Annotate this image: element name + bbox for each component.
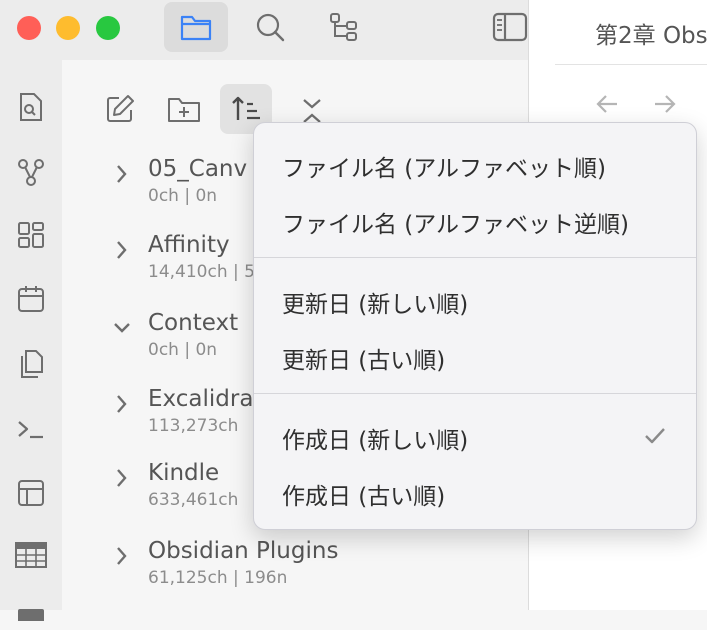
calendar-icon — [18, 286, 44, 312]
sort-option-label: 更新日 (古い順) — [282, 348, 446, 374]
search-icon — [256, 13, 285, 42]
ribbon — [0, 60, 62, 621]
new-note-button[interactable] — [94, 84, 146, 134]
minimize-window-button[interactable] — [56, 16, 80, 40]
title-bar — [0, 0, 556, 60]
chevron-down-icon[interactable] — [110, 316, 134, 340]
tree-item-name: Obsidian Plugins — [148, 538, 339, 564]
collapse-all-icon — [303, 99, 321, 123]
tab-divider — [555, 64, 707, 65]
folder-icon — [180, 15, 212, 41]
sort-option-label: 作成日 (古い順) — [282, 484, 446, 510]
table-button[interactable] — [14, 538, 48, 572]
graph-view-icon — [18, 159, 44, 186]
tree-structure-icon — [330, 13, 357, 41]
new-note-icon — [107, 95, 134, 122]
calendar-button[interactable] — [14, 282, 48, 316]
chevron-right-icon[interactable] — [110, 238, 134, 262]
zoom-window-button[interactable] — [96, 16, 120, 40]
sort-option[interactable]: 更新日 (古い順) — [254, 329, 696, 383]
tree-item[interactable]: Obsidian Plugins 61,125ch | 196n — [110, 538, 530, 598]
layout-icon — [18, 480, 44, 506]
sort-option[interactable]: ファイル名 (アルファベット逆順) — [254, 193, 696, 247]
search-button[interactable] — [238, 2, 302, 52]
tree-item-name: Context — [148, 310, 239, 336]
files-button[interactable] — [164, 2, 228, 52]
tree-item-meta: 633,461ch — [148, 490, 239, 510]
close-window-button[interactable] — [17, 16, 41, 40]
graph-view-button[interactable] — [14, 155, 48, 189]
command-palette-button[interactable] — [14, 412, 48, 446]
forward-arrow-icon[interactable] — [651, 92, 677, 116]
sort-option-label: 作成日 (新しい順) — [282, 428, 469, 454]
search-file-button[interactable] — [14, 90, 48, 124]
sort-option-label: ファイル名 (アルファベット逆順) — [282, 212, 630, 238]
canvas-button[interactable] — [14, 218, 48, 252]
chevron-right-icon[interactable] — [110, 392, 134, 416]
tree-item-meta: 113,273ch — [148, 416, 239, 436]
tab-title[interactable]: 第2章 Obs — [595, 16, 707, 50]
sidebar-toggle-icon — [492, 12, 528, 42]
sort-option[interactable]: ファイル名 (アルファベット順) — [254, 137, 696, 191]
sort-option-label: ファイル名 (アルファベット順) — [282, 156, 607, 182]
tree-item-meta: 0ch | 0n — [148, 340, 218, 360]
new-folder-icon — [168, 98, 200, 122]
chevron-right-icon[interactable] — [110, 466, 134, 490]
menu-separator — [254, 393, 696, 394]
tree-item-meta: 14,410ch | 5 — [148, 262, 255, 282]
templates-button[interactable] — [14, 476, 48, 510]
more-button[interactable] — [14, 596, 48, 630]
bookmarks-button[interactable] — [312, 2, 376, 52]
sort-option-label: 更新日 (新しい順) — [282, 292, 469, 318]
tree-item-meta: 0ch | 0n — [148, 186, 218, 206]
sort-option[interactable]: 更新日 (新しい順) — [254, 273, 696, 327]
sort-icon — [232, 96, 260, 120]
canvas-icon — [18, 222, 44, 248]
tree-item-meta: 61,125ch | 196n — [148, 568, 288, 588]
copy-button[interactable] — [14, 347, 48, 381]
tree-item-name: 05_Canv — [148, 156, 248, 182]
tree-item-name: Kindle — [148, 460, 220, 486]
terminal-icon — [18, 421, 43, 439]
sort-option[interactable]: 作成日 (新しい順) — [254, 409, 696, 463]
tree-item-name: Affinity — [148, 232, 230, 258]
copy-icon — [21, 350, 43, 378]
chevron-right-icon[interactable] — [110, 544, 134, 568]
search-file-icon — [20, 93, 42, 121]
back-arrow-icon[interactable] — [595, 92, 621, 116]
checkmark-icon — [645, 428, 665, 444]
new-folder-button[interactable] — [158, 84, 210, 134]
sort-option[interactable]: 作成日 (古い順) — [254, 465, 696, 519]
menu-separator — [254, 257, 696, 258]
tree-item-name: Excalidra — [148, 386, 254, 412]
chevron-right-icon[interactable] — [110, 162, 134, 186]
sort-menu: ファイル名 (アルファベット順) ファイル名 (アルファベット逆順) 更新日 (新し… — [253, 122, 697, 530]
table-icon — [15, 542, 47, 568]
partial-icon — [18, 609, 44, 621]
